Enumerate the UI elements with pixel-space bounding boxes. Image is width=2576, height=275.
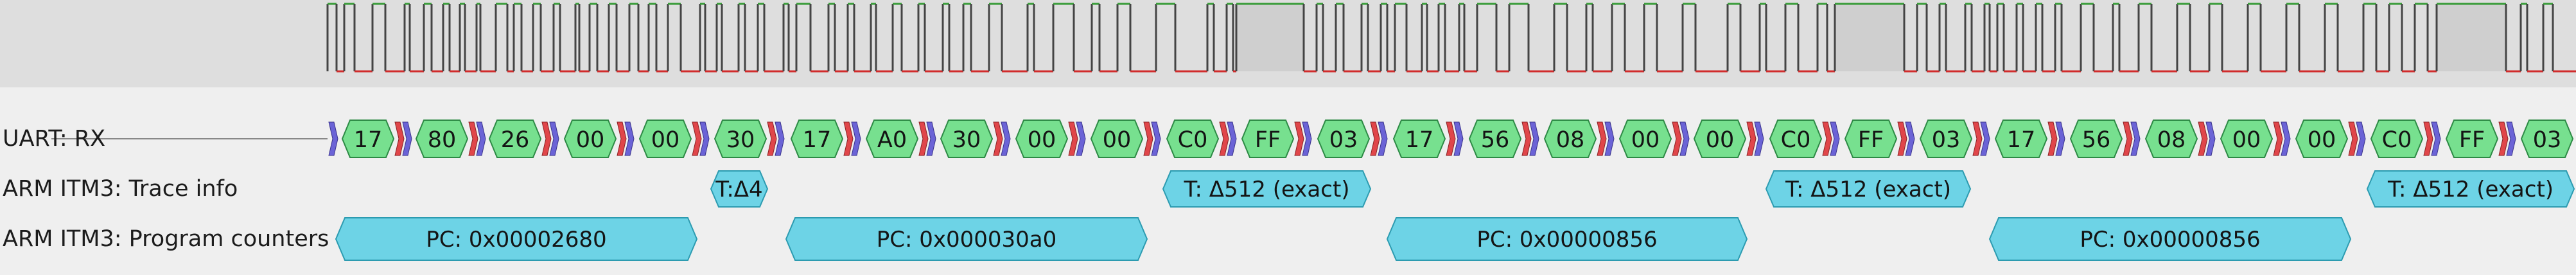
uart-start-bit-marker (541, 121, 552, 156)
uart-byte-label: 08 (1556, 127, 1585, 153)
uart-start-bit-marker (394, 121, 405, 156)
uart-byte-label: 17 (2007, 127, 2036, 153)
uart-byte-label: 26 (501, 127, 530, 153)
uart-start-bit-marker (918, 121, 929, 156)
uart-byte-label: 80 (428, 127, 457, 153)
uart-byte-label: 03 (1329, 127, 1358, 153)
itm-trace-info-annotations: T:Δ4 T: Δ512 (exact) T: Δ512 (exact) T: Δ51… (710, 170, 2575, 208)
row-label-trace-info: ARM ITM3: Trace info (3, 176, 238, 202)
program-counter-label: PC: 0x00000856 (1476, 227, 1657, 253)
uart-byte-label: C0 (1781, 127, 1811, 153)
uart-start-bit-marker (1294, 121, 1304, 156)
uart-start-bit-marker (2423, 121, 2433, 156)
uart-byte-label: FF (1858, 127, 1884, 153)
uart-start-bit-marker (993, 121, 1003, 156)
row-label-uart-rx: UART: RX (3, 126, 106, 152)
uart-byte-label: 08 (2157, 127, 2186, 153)
program-counter-label: PC: 0x00000856 (2080, 227, 2260, 253)
uart-byte-label: 00 (1103, 127, 1132, 153)
trace-info-label: T: Δ512 (exact) (1785, 177, 1951, 202)
uart-byte-label: C0 (1178, 127, 1208, 153)
uart-start-bit-marker (1672, 121, 1682, 156)
uart-start-bit-marker (2498, 121, 2509, 156)
logic-analyzer-view: 17 80 26 00 00 30 17 A0 30 00 00 C0 FF 03 17 56 08 00 00 C0… (0, 0, 2576, 275)
uart-start-bit-marker (767, 121, 777, 156)
uart-rx-annotations: 17 80 26 00 00 30 17 A0 30 00 00 C0 FF 03 17 56 08 00 00 C0… (328, 120, 2574, 158)
uart-start-bit-marker (1972, 121, 1983, 156)
uart-byte-label: 17 (354, 127, 383, 153)
uart-byte-label: 00 (2232, 127, 2261, 153)
digital-waveform (326, 3, 2576, 73)
uart-start-bit-marker (2348, 121, 2358, 156)
uart-start-bit-marker (1521, 121, 1532, 156)
uart-byte-label: FF (1255, 127, 1281, 153)
uart-stop-bit-marker (328, 121, 338, 156)
uart-byte-label: A0 (877, 127, 907, 153)
uart-byte-label: 56 (1481, 127, 1510, 153)
decoder-annotations-canvas[interactable]: 17 80 26 00 00 30 17 A0 30 00 00 C0 FF 03 17 56 08 00 00 C0… (0, 0, 2576, 275)
uart-start-bit-marker (2198, 121, 2208, 156)
uart-start-bit-marker (1597, 121, 1607, 156)
uart-byte-label: 56 (2082, 127, 2111, 153)
uart-start-bit-marker (843, 121, 854, 156)
uart-byte-label: 00 (651, 127, 680, 153)
uart-byte-label: 00 (576, 127, 605, 153)
uart-byte-label: FF (2459, 127, 2485, 153)
uart-start-bit-marker (2273, 121, 2283, 156)
uart-start-bit-marker (692, 121, 702, 156)
uart-byte-label: 00 (2308, 127, 2336, 153)
trace-info-label: T: Δ512 (exact) (1183, 177, 1349, 202)
idle-region (1236, 4, 1304, 71)
uart-byte-label: 00 (1028, 127, 1056, 153)
idle-region (2437, 4, 2506, 71)
trace-info-label: T:Δ4 (715, 177, 762, 202)
idle-region (1835, 4, 1904, 71)
uart-start-bit-marker (468, 121, 478, 156)
uart-byte-label: 17 (1405, 127, 1434, 153)
uart-byte-label: C0 (2382, 127, 2412, 153)
uart-start-bit-marker (1822, 121, 1832, 156)
uart-byte-label: 03 (2533, 127, 2562, 153)
uart-start-bit-marker (1897, 121, 1907, 156)
uart-start-bit-marker (1370, 121, 1380, 156)
uart-start-bit-marker (617, 121, 627, 156)
uart-start-bit-marker (1068, 121, 1078, 156)
uart-start-bit-marker (1746, 121, 1757, 156)
uart-start-bit-marker (1446, 121, 1456, 156)
uart-start-bit-marker (2047, 121, 2058, 156)
uart-byte-label: 30 (726, 127, 755, 153)
uart-start-bit-marker (1143, 121, 1153, 156)
uart-byte-label: 00 (1631, 127, 1660, 153)
program-counter-label: PC: 0x00002680 (426, 227, 606, 253)
uart-byte-label: 30 (952, 127, 981, 153)
uart-start-bit-marker (1219, 121, 1229, 156)
uart-start-bit-marker (2123, 121, 2133, 156)
row-label-program-counters: ARM ITM3: Program counters (3, 226, 329, 252)
trace-info-label: T: Δ512 (exact) (2387, 177, 2554, 202)
uart-byte-label: 17 (803, 127, 832, 153)
uart-byte-label: 00 (1706, 127, 1735, 153)
program-counter-label: PC: 0x000030a0 (877, 227, 1057, 253)
uart-byte-label: 03 (1932, 127, 1961, 153)
itm-program-counter-annotations: PC: 0x00002680 PC: 0x000030a0 PC: 0x000008… (335, 217, 2352, 261)
